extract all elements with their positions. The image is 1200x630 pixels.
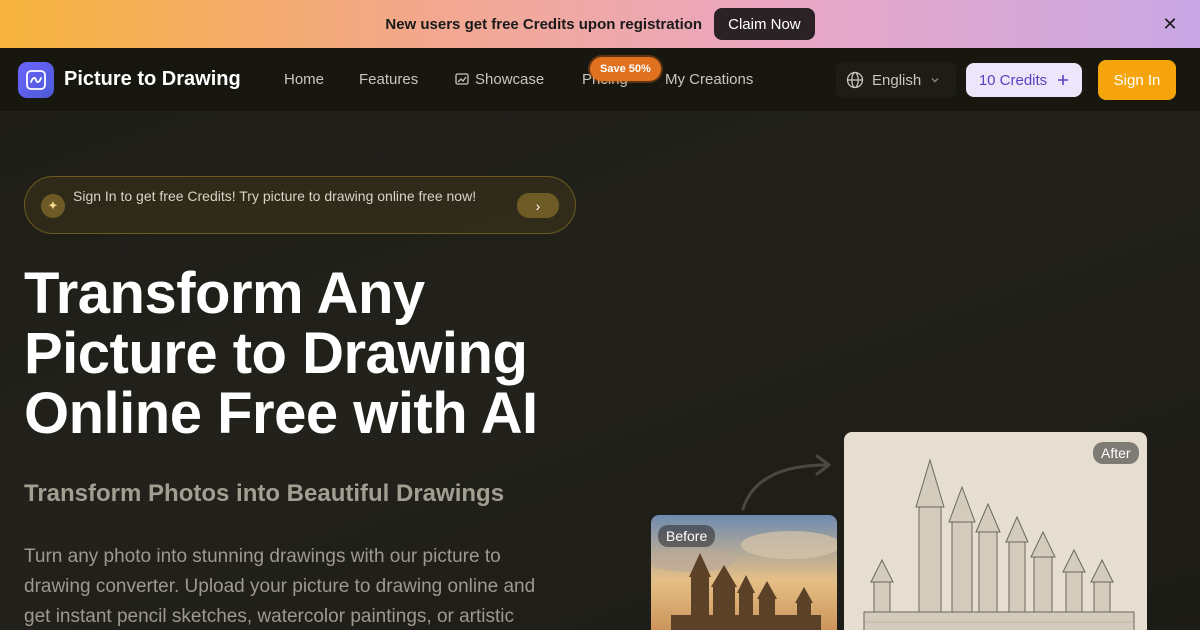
navbar: Picture to Drawing Home Features Showcas… [0,48,1200,112]
promo-text: New users get free Credits upon registra… [385,15,703,33]
before-image: Before [651,515,837,630]
language-selector[interactable]: English [836,62,956,98]
chevron-down-icon [931,78,939,83]
globe-icon [846,71,864,89]
nav-showcase-label: Showcase [475,71,545,88]
sparkle-icon: ✦ [41,194,65,218]
showcase-icon [455,73,469,85]
nav-my-creations[interactable]: My Creations [665,71,753,88]
credits-button[interactable]: 10 Credits [966,63,1082,97]
hero-description: Turn any photo into stunning drawings wi… [24,546,536,627]
hero-section: ✦ Sign In to get free Credits! Try pictu… [0,112,1200,630]
sign-in-button[interactable]: Sign In [1098,60,1176,100]
page-title: Transform Any Picture to Drawing Online … [24,261,538,446]
brand-name[interactable]: Picture to Drawing [64,68,241,91]
save-badge: Save 50% [590,57,661,81]
signin-notice[interactable]: ✦ Sign In to get free Credits! Try pictu… [24,176,576,234]
close-icon[interactable]: ✕ [1160,14,1180,34]
after-image: After [844,432,1147,630]
before-label: Before [658,525,716,547]
plus-icon [1058,75,1069,85]
nav-features[interactable]: Features [359,71,418,88]
curved-arrow-icon [741,454,831,511]
hero-subtitle: Transform Photos into Beautiful Drawings [24,480,505,507]
language-label: English [872,71,922,89]
promo-banner: New users get free Credits upon registra… [0,0,1200,48]
notice-text: Sign In to get free Credits! Try picture… [73,188,477,204]
claim-now-button[interactable]: Claim Now [714,8,815,40]
chevron-right-icon[interactable]: › [517,193,559,218]
nav-home[interactable]: Home [284,71,324,88]
logo-icon[interactable] [18,62,54,98]
after-label: After [1093,442,1139,464]
credits-label: 10 Credits [978,71,1048,89]
nav-showcase[interactable]: Showcase [455,71,544,88]
